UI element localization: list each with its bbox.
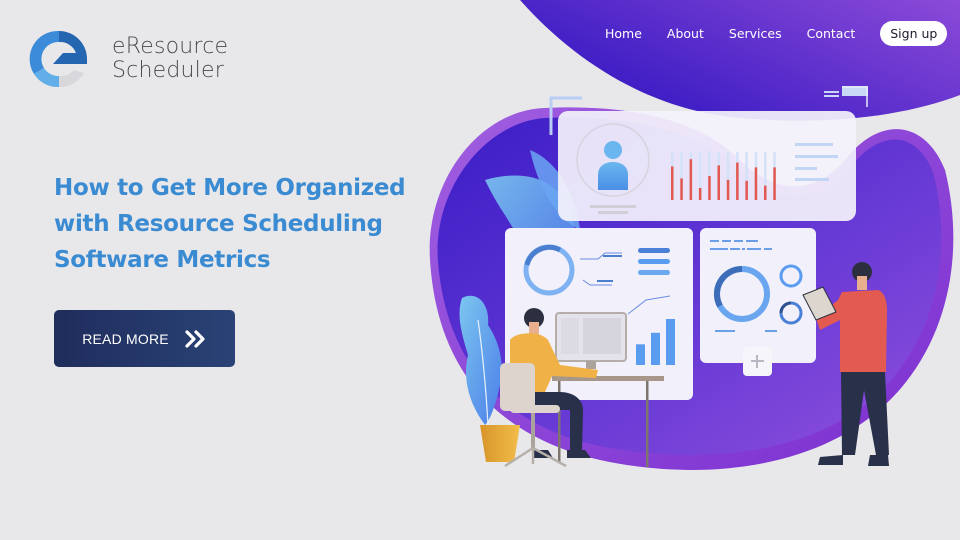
chart-bar: [636, 344, 645, 365]
donut-card: [700, 228, 816, 376]
brand-name-line2: Scheduler: [112, 58, 224, 83]
e-logo-icon: [29, 30, 87, 88]
profile-bar: [736, 162, 739, 200]
read-more-button[interactable]: READ MORE: [54, 310, 235, 367]
headline-line-2: with Resource Scheduling: [54, 211, 383, 237]
chart-bar: [651, 332, 660, 365]
nav-home[interactable]: Home: [605, 26, 642, 41]
double-chevron-right-icon: [185, 329, 205, 348]
main-nav: Home About Services Contact Sign up: [605, 21, 948, 46]
profile-bar: [689, 159, 693, 200]
profile-bar: [717, 165, 720, 200]
brand-name-line1: eResource: [112, 34, 229, 59]
signup-button[interactable]: Sign up: [880, 21, 948, 46]
chart-bar: [666, 319, 675, 365]
hero-headline: How to Get More Organized with Resource …: [54, 170, 434, 278]
headline-line-1: How to Get More Organized: [54, 175, 406, 201]
profile-bar: [764, 185, 767, 200]
profile-bar: [754, 167, 758, 200]
nav-contact[interactable]: Contact: [807, 26, 856, 41]
profile-bar: [773, 167, 776, 200]
headline-line-3: Software Metrics: [54, 247, 271, 273]
profile-card: [558, 111, 856, 221]
nav-about[interactable]: About: [667, 26, 704, 41]
profile-bar: [726, 179, 730, 200]
brand-logo[interactable]: eResource Scheduler: [26, 26, 228, 92]
nav-services[interactable]: Services: [729, 26, 782, 41]
brand-name: eResource Scheduler: [112, 35, 228, 83]
header-background-shape: [520, 0, 960, 121]
profile-bar: [708, 176, 711, 200]
profile-bar: [671, 166, 674, 200]
read-more-label: READ MORE: [82, 330, 169, 347]
profile-bar: [745, 180, 748, 200]
profile-bar: [680, 178, 683, 200]
profile-bar: [698, 188, 702, 200]
